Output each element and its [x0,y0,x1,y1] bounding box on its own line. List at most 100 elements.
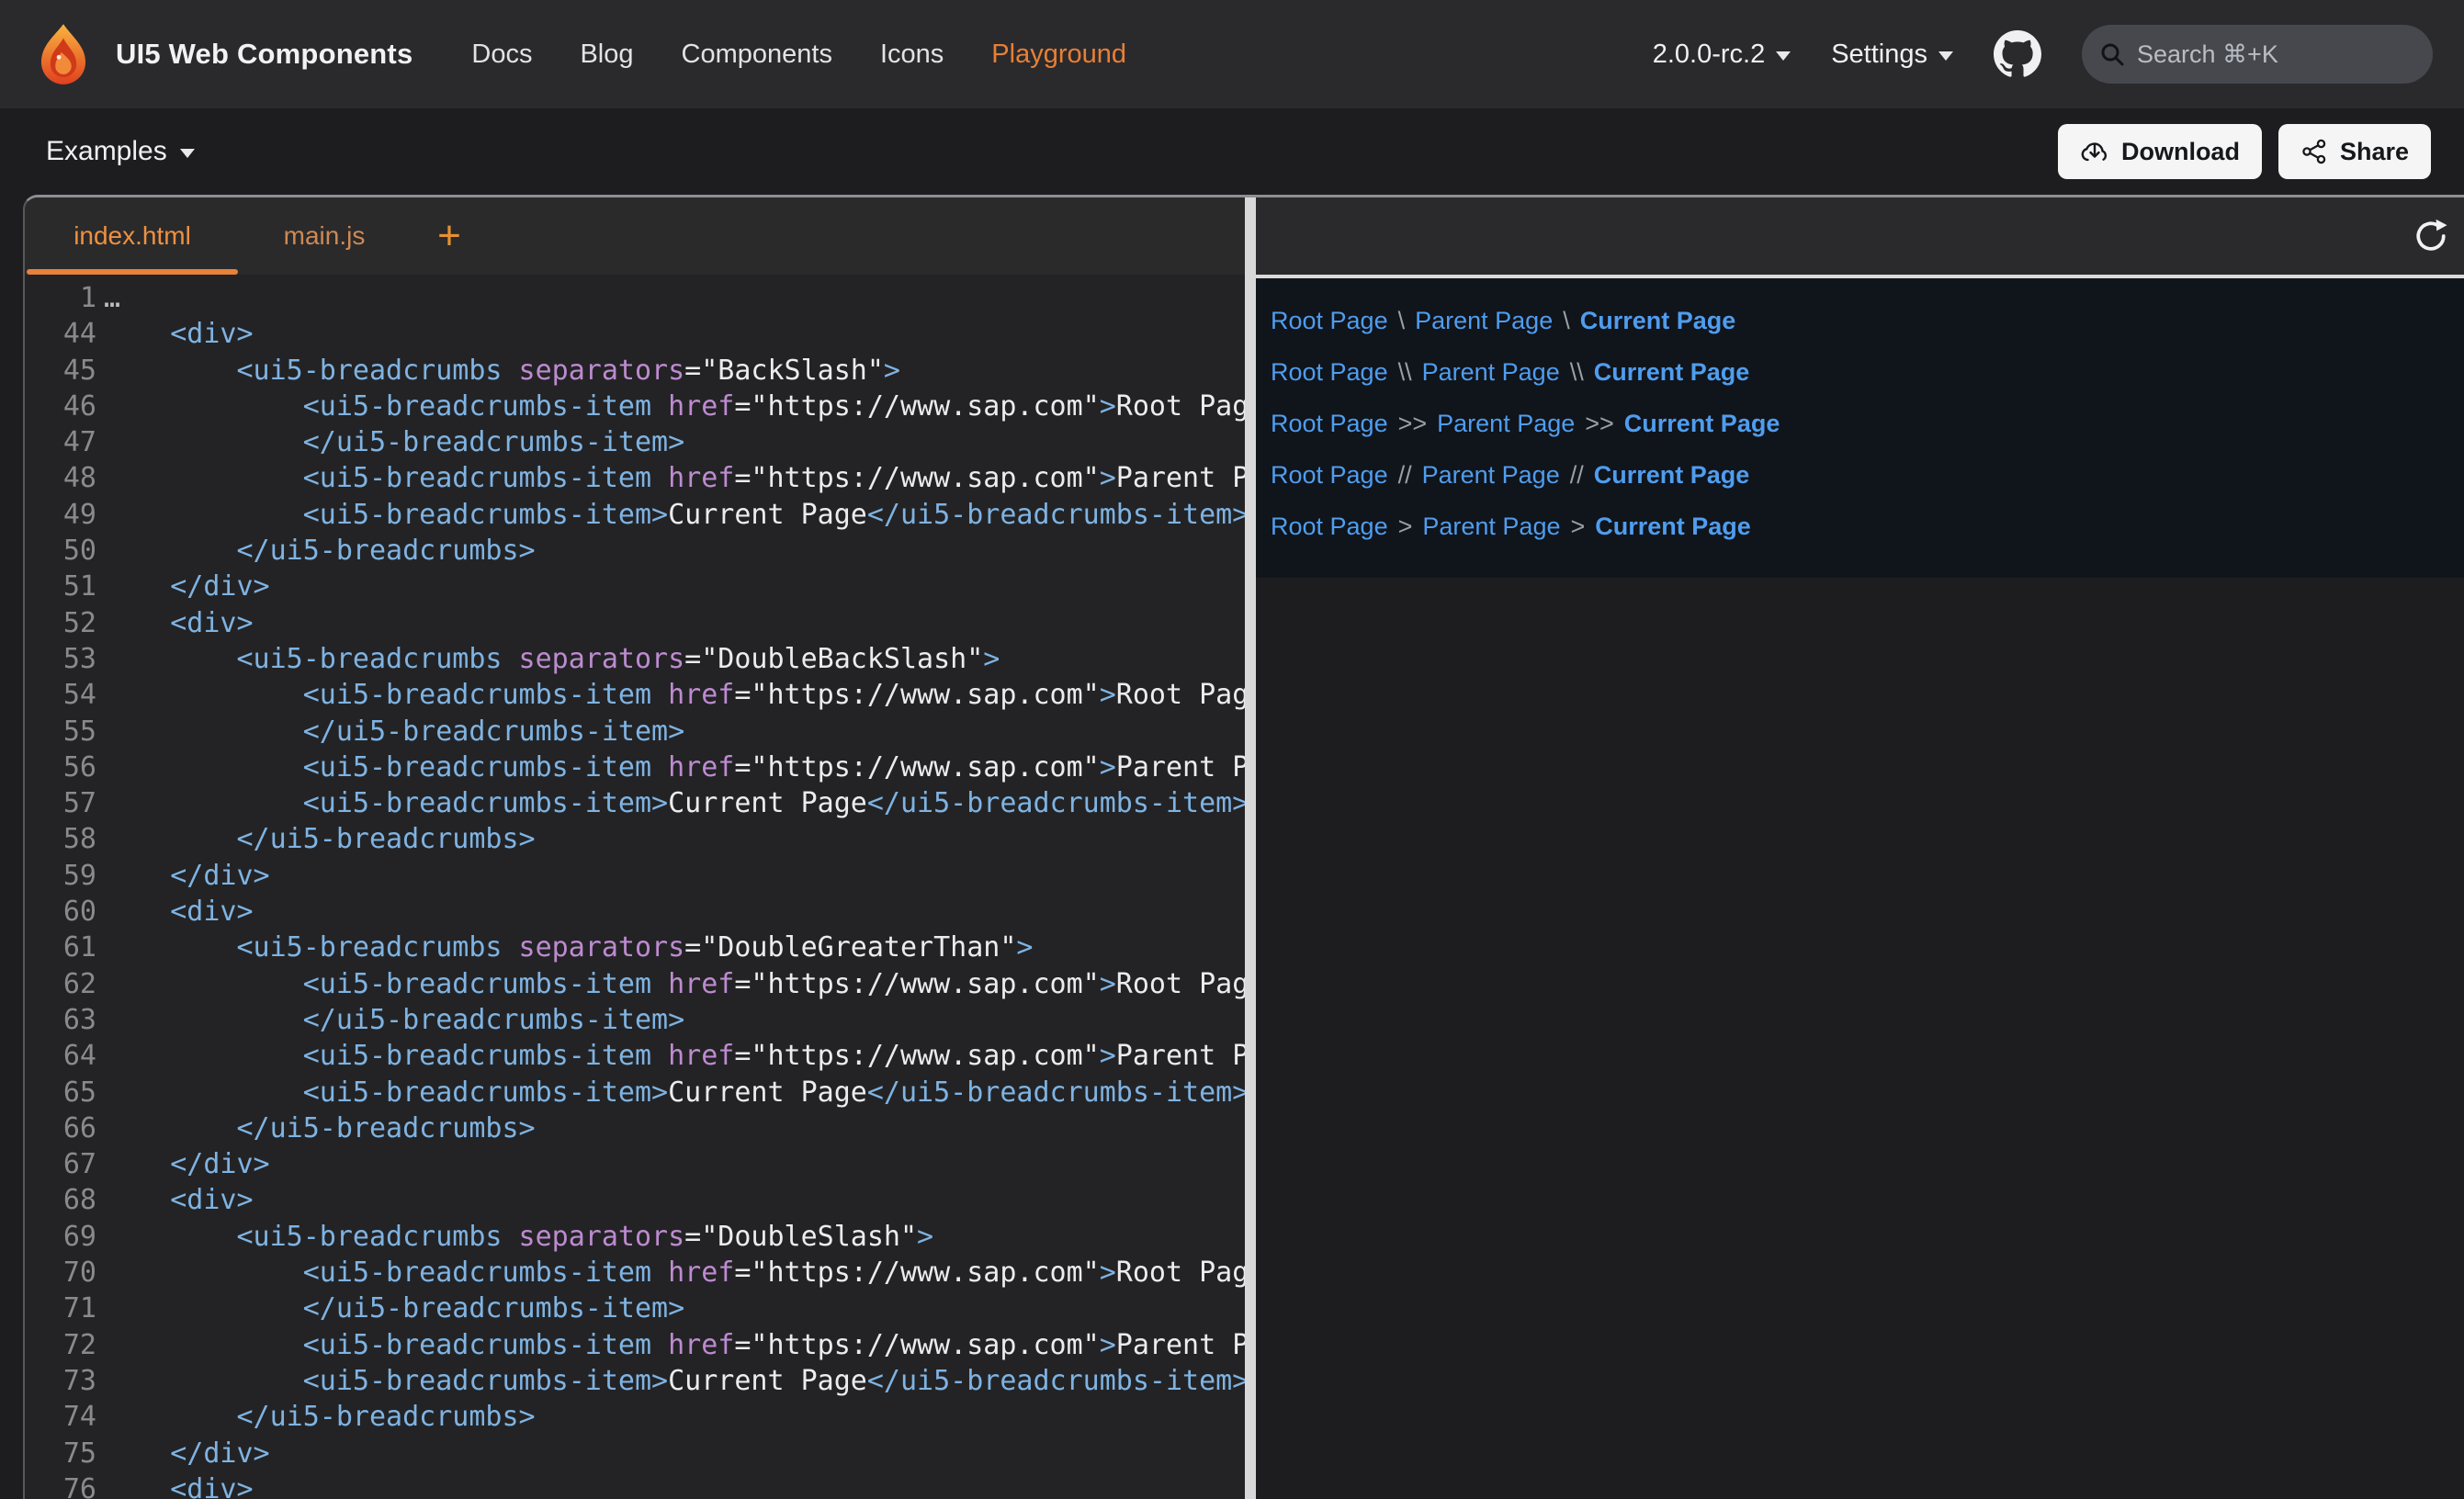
tab-label: index.html [73,221,191,251]
code-line: 60 <div> [25,894,1245,930]
breadcrumb-link[interactable]: Root Page [1271,358,1388,387]
brand-title[interactable]: UI5 Web Components [116,38,413,71]
line-number: 46 [25,389,96,424]
nav-link-blog[interactable]: Blog [580,39,633,70]
panel-resize-handle[interactable] [1245,197,1256,1499]
code-line: 47 </ui5-breadcrumbs-item> [25,424,1245,460]
code-line: 70 <ui5-breadcrumbs-item href="https://w… [25,1255,1245,1290]
breadcrumb-link[interactable]: Root Page [1271,461,1388,490]
breadcrumb-current: Current Page [1594,358,1750,387]
code-line: 75 </div> [25,1436,1245,1471]
examples-dropdown[interactable]: Examples [46,136,195,167]
line-number: 65 [25,1075,96,1110]
code-line: 56 <ui5-breadcrumbs-item href="https://w… [25,750,1245,785]
line-number: 72 [25,1327,96,1363]
nav-link-playground[interactable]: Playground [991,39,1126,70]
code-line: 65 <ui5-breadcrumbs-item>Current Page</u… [25,1075,1245,1110]
breadcrumb-separator: \\ [1398,358,1412,387]
code-line: 67 </div> [25,1146,1245,1182]
line-number: 74 [25,1399,96,1435]
line-number: 73 [25,1363,96,1399]
code-line: 76 <div> [25,1471,1245,1499]
line-number: 61 [25,930,96,965]
code-line: 45 <ui5-breadcrumbs separators="BackSlas… [25,353,1245,389]
code-line: 58 </ui5-breadcrumbs> [25,821,1245,857]
breadcrumb-link[interactable]: Parent Page [1437,410,1575,438]
code-line: 55 </ui5-breadcrumbs-item> [25,714,1245,750]
search-box[interactable] [2082,25,2433,84]
preview-body: Root Page\Parent Page\Current PageRoot P… [1256,278,2464,1499]
line-number: 60 [25,894,96,930]
breadcrumb-current: Current Page [1595,513,1751,541]
examples-label: Examples [46,136,167,167]
code-line: 73 <ui5-breadcrumbs-item>Current Page</u… [25,1363,1245,1399]
line-number: 59 [25,858,96,894]
breadcrumb-link[interactable]: Parent Page [1422,358,1560,387]
breadcrumb-separator: // [1570,461,1584,490]
ui5-phoenix-logo[interactable] [31,22,96,86]
tab-index-html[interactable]: index.html [25,197,240,275]
line-number: 75 [25,1436,96,1471]
line-number: 62 [25,966,96,1002]
line-number: 44 [25,316,96,352]
editor-tabbar: index.html main.js + [25,197,1245,275]
code-line: 52 <div> [25,605,1245,641]
share-label: Share [2340,138,2409,166]
breadcrumb-row: Root Page > Parent Page > Current Page [1271,501,2464,552]
line-number: 52 [25,605,96,641]
examples-toolbar: Examples Download Share [0,108,2464,195]
breadcrumb-link[interactable]: Root Page [1271,307,1388,335]
line-number: 55 [25,714,96,750]
line-number: 49 [25,497,96,533]
breadcrumb-separator: >> [1585,410,1614,438]
code-line: 63 </ui5-breadcrumbs-item> [25,1002,1245,1038]
github-icon[interactable] [1994,30,2041,78]
code-line: 54 <ui5-breadcrumbs-item href="https://w… [25,677,1245,713]
code-lines[interactable]: 1…44 <div>45 <ui5-breadcrumbs separators… [25,275,1245,1499]
preview-breadcrumb-rows: Root Page\Parent Page\Current PageRoot P… [1256,278,2464,578]
code-line: 71 </ui5-breadcrumbs-item> [25,1290,1245,1326]
refresh-icon[interactable] [2413,218,2449,254]
chevron-down-icon [1938,51,1953,61]
breadcrumb-link[interactable]: Parent Page [1422,461,1560,490]
breadcrumb-row: Root Page\Parent Page\Current Page [1271,295,2464,346]
breadcrumb-link[interactable]: Parent Page [1422,513,1560,541]
breadcrumb-link[interactable]: Root Page [1271,410,1388,438]
share-button[interactable]: Share [2278,124,2431,179]
code-line: 51 </div> [25,569,1245,604]
preview-toolbar [1256,197,2464,275]
nav-link-icons[interactable]: Icons [880,39,944,70]
nav-link-docs[interactable]: Docs [471,39,532,70]
nav-links: Docs Blog Components Icons Playground [471,39,1126,70]
preview-panel: Root Page\Parent Page\Current PageRoot P… [1256,197,2464,1499]
breadcrumb-separator: >> [1398,410,1428,438]
code-line: 74 </ui5-breadcrumbs> [25,1399,1245,1435]
settings-dropdown[interactable]: Settings [1831,39,1953,70]
breadcrumb-separator: > [1398,513,1413,541]
code-line: 68 <div> [25,1182,1245,1218]
code-editor-panel: index.html main.js + 1…44 <div>45 <ui5-b… [25,197,1245,1499]
version-dropdown[interactable]: 2.0.0-rc.2 [1653,39,1791,70]
nav-link-components[interactable]: Components [682,39,832,70]
breadcrumb-current: Current Page [1624,410,1780,438]
add-tab-button[interactable]: + [420,197,479,275]
download-button[interactable]: Download [2058,124,2262,179]
tab-main-js[interactable]: main.js [240,197,409,275]
chevron-down-icon [1776,51,1791,61]
line-number: 68 [25,1182,96,1218]
code-line: 53 <ui5-breadcrumbs separators="DoubleBa… [25,641,1245,677]
line-number: 45 [25,353,96,389]
line-number: 69 [25,1219,96,1255]
breadcrumb-current: Current Page [1580,307,1736,335]
tab-label: main.js [284,221,366,251]
breadcrumb-link[interactable]: Root Page [1271,513,1388,541]
line-number: 67 [25,1146,96,1182]
breadcrumb-link[interactable]: Parent Page [1415,307,1553,335]
breadcrumb-separator: > [1570,513,1585,541]
code-line: 50 </ui5-breadcrumbs> [25,533,1245,569]
code-line: 59 </div> [25,858,1245,894]
line-number: 50 [25,533,96,569]
line-number: 58 [25,821,96,857]
line-number: 47 [25,424,96,460]
search-input[interactable] [2137,40,2394,69]
